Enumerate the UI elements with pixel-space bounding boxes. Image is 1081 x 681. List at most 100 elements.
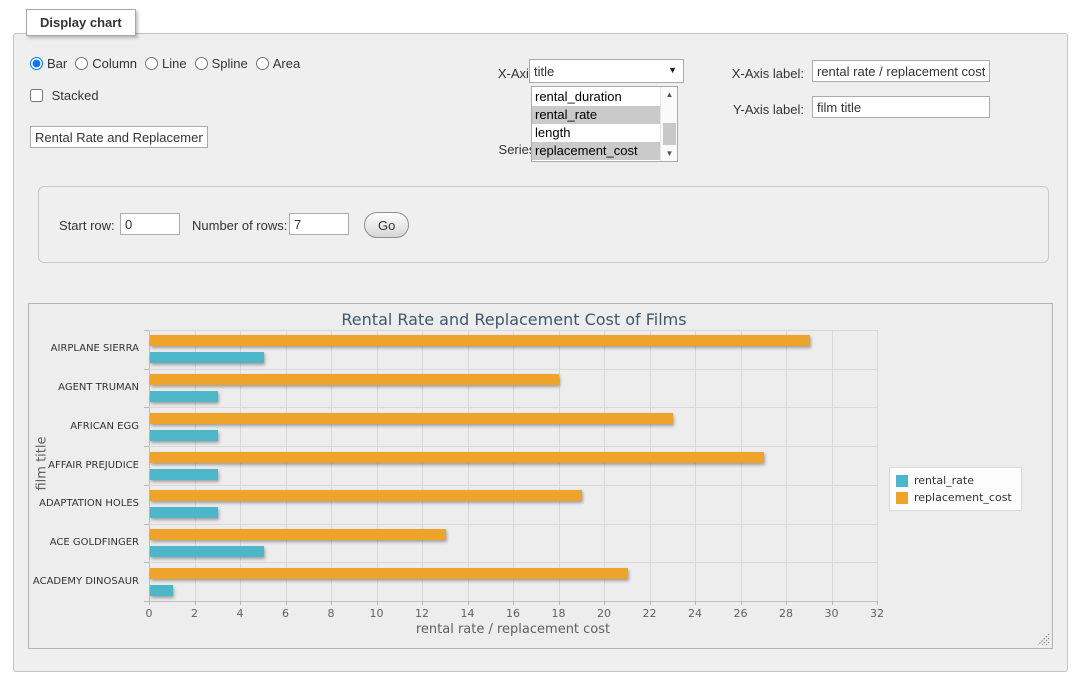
gridline [877, 330, 878, 601]
radio-label: Column [92, 56, 137, 71]
series-listbox-options: rental_durationrental_ratelengthreplacem… [532, 88, 660, 160]
legend-label: rental_rate [914, 474, 974, 487]
display-chart-fieldset: Display chart BarColumnLineSplineArea St… [13, 33, 1068, 672]
bar-replacement_cost[interactable] [150, 529, 446, 540]
stacked-label: Stacked [52, 88, 99, 103]
stacked-checkbox-row[interactable]: Stacked [30, 88, 99, 103]
x-tick-label: 26 [723, 607, 759, 620]
legend-swatch-replacement_cost [896, 492, 908, 504]
scroll-down-icon[interactable]: ▼ [661, 146, 678, 161]
chart-type-spline[interactable]: Spline [195, 56, 248, 71]
y-tick-mark [144, 407, 149, 408]
radio-label: Line [162, 56, 187, 71]
chart-title-input[interactable] [30, 126, 208, 148]
bar-replacement_cost[interactable] [150, 452, 764, 463]
category-separator [149, 369, 877, 370]
gridline [422, 330, 423, 601]
x-tick-label: 24 [677, 607, 713, 620]
radio-label: Area [273, 56, 300, 71]
series-option-rental_rate[interactable]: rental_rate [532, 106, 660, 124]
x-tick-mark [877, 601, 878, 605]
x-tick-mark [832, 601, 833, 605]
go-button[interactable]: Go [364, 212, 409, 238]
category-separator [149, 407, 877, 408]
bar-rental_rate[interactable] [150, 391, 218, 402]
scrollbar-thumb[interactable] [663, 123, 676, 145]
bar-rental_rate[interactable] [150, 469, 218, 480]
category-label: AFFAIR PREJUDICE [29, 460, 139, 471]
category-label: ACADEMY DINOSAUR [29, 576, 139, 587]
chart-type-radios: Bar Column Line Spline Area [30, 56, 308, 71]
gridline [240, 330, 241, 601]
x-axis-select[interactable]: title [529, 59, 684, 83]
series-option-length[interactable]: length [532, 124, 660, 142]
bar-rental_rate[interactable] [150, 546, 264, 557]
category-label: AFRICAN EGG [29, 421, 139, 432]
gridline [786, 330, 787, 601]
radio-spline[interactable] [195, 57, 208, 70]
category-label: AIRPLANE SIERRA [29, 343, 139, 354]
x-tick-label: 12 [404, 607, 440, 620]
plot-top-border [149, 330, 877, 331]
legend-item-rental_rate[interactable]: rental_rate [896, 472, 1012, 489]
bar-replacement_cost[interactable] [150, 335, 810, 346]
bar-replacement_cost[interactable] [150, 374, 559, 385]
x-tick-label: 10 [359, 607, 395, 620]
radio-column[interactable] [75, 57, 88, 70]
chart-type-bar[interactable]: Bar [30, 56, 67, 71]
bar-rental_rate[interactable] [150, 352, 264, 363]
radio-area[interactable] [256, 57, 269, 70]
bar-rental_rate[interactable] [150, 507, 218, 518]
bar-rental_rate[interactable] [150, 430, 218, 441]
category-label: AGENT TRUMAN [29, 382, 139, 393]
x-tick-mark [741, 601, 742, 605]
gridline [604, 330, 605, 601]
category-separator [149, 446, 877, 447]
x-axis-label-input[interactable] [812, 60, 990, 82]
category-label: ADAPTATION HOLES [29, 498, 139, 509]
chart-type-column[interactable]: Column [75, 56, 137, 71]
start-row-input[interactable] [120, 213, 180, 235]
legend-item-replacement_cost[interactable]: replacement_cost [896, 489, 1012, 506]
y-tick-mark [144, 330, 149, 331]
y-axis-label-field-label: Y-Axis label: [714, 102, 804, 117]
chart-title: Rental Rate and Replacement Cost of Film… [29, 310, 999, 329]
legend-label: replacement_cost [914, 491, 1012, 504]
x-tick-label: 6 [268, 607, 304, 620]
series-listbox[interactable]: rental_durationrental_ratelengthreplacem… [531, 86, 678, 162]
bar-replacement_cost[interactable] [150, 568, 628, 579]
series-option-replacement_cost[interactable]: replacement_cost [532, 142, 660, 160]
x-tick-mark [559, 601, 560, 605]
chart-type-line[interactable]: Line [145, 56, 187, 71]
stacked-checkbox[interactable] [30, 89, 43, 102]
x-tick-label: 30 [814, 607, 850, 620]
chart-type-area[interactable]: Area [256, 56, 300, 71]
gridline [331, 330, 332, 601]
y-tick-mark [144, 369, 149, 370]
x-tick-mark [240, 601, 241, 605]
x-axis-select-label: X-Axis: [464, 66, 539, 81]
scroll-up-icon[interactable]: ▲ [661, 87, 678, 102]
y-tick-mark [144, 446, 149, 447]
radio-bar[interactable] [30, 57, 43, 70]
x-tick-label: 22 [632, 607, 668, 620]
x-tick-label: 20 [586, 607, 622, 620]
gridline [832, 330, 833, 601]
radio-label: Spline [212, 56, 248, 71]
radio-line[interactable] [145, 57, 158, 70]
x-tick-label: 0 [131, 607, 167, 620]
bar-replacement_cost[interactable] [150, 413, 673, 424]
bar-replacement_cost[interactable] [150, 490, 582, 501]
x-axis-label-field-label: X-Axis label: [714, 66, 804, 81]
resize-grip-icon[interactable] [1037, 633, 1050, 646]
bar-rental_rate[interactable] [150, 585, 173, 596]
x-tick-label: 8 [313, 607, 349, 620]
x-axis-select-wrap: title ▼ [529, 59, 684, 83]
listbox-scrollbar[interactable]: ▲ ▼ [660, 87, 677, 161]
series-option-rental_duration[interactable]: rental_duration [532, 88, 660, 106]
fieldset-legend: Display chart [26, 9, 136, 36]
x-tick-mark [513, 601, 514, 605]
y-axis-label-input[interactable] [812, 96, 990, 118]
num-rows-input[interactable] [289, 213, 349, 235]
gridline [695, 330, 696, 601]
